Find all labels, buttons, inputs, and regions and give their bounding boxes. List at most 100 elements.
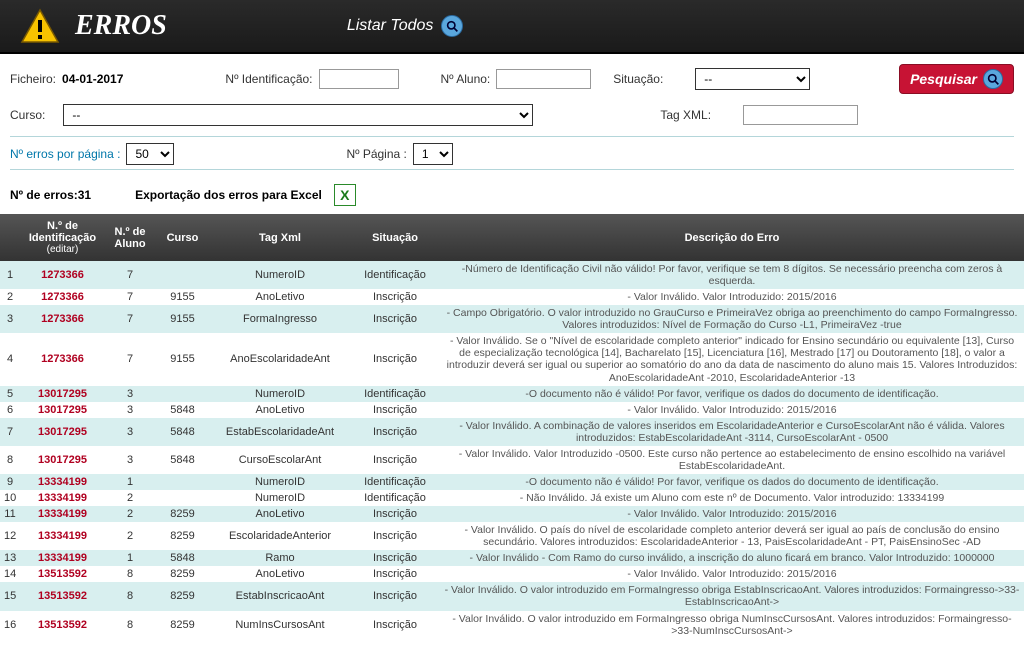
id-link[interactable]: 13513592	[20, 566, 105, 582]
id-link[interactable]: 13017295	[20, 446, 105, 474]
ficheiro-label: Ficheiro:	[10, 72, 56, 86]
nident-input[interactable]	[319, 69, 399, 89]
table-row: 61301729535848AnoLetivoInscrição- Valor …	[0, 402, 1024, 418]
cell-aluno: 8	[105, 611, 155, 639]
row-index: 6	[0, 402, 20, 418]
cell-sit: Identificação	[350, 474, 440, 490]
cell-tag: NumeroID	[210, 386, 350, 402]
cell-sit: Inscrição	[350, 550, 440, 566]
naluno-input[interactable]	[496, 69, 591, 89]
id-link[interactable]: 1273366	[20, 289, 105, 305]
curso-select[interactable]: --	[63, 104, 533, 126]
cell-curso	[155, 474, 210, 490]
col-curso: Curso	[155, 214, 210, 261]
cell-aluno: 8	[105, 582, 155, 610]
row-index: 14	[0, 566, 20, 582]
perpage-label: Nº erros por página :	[10, 147, 120, 161]
table-row: 112733667NumeroIDIdentificação-Número de…	[0, 261, 1024, 289]
warning-icon	[20, 8, 60, 44]
cell-curso: 8259	[155, 506, 210, 522]
cell-desc: - Não Inválido. Já existe um Aluno com e…	[440, 490, 1024, 506]
table-row: 141351359288259AnoLetivoInscrição- Valor…	[0, 566, 1024, 582]
divider	[10, 136, 1014, 137]
list-all-button[interactable]	[441, 15, 463, 37]
table-row: 4127336679155AnoEscolaridadeAntInscrição…	[0, 333, 1024, 385]
cell-curso	[155, 490, 210, 506]
cell-aluno: 1	[105, 474, 155, 490]
cell-desc: - Valor Inválido. Valor Introduzido: 201…	[440, 566, 1024, 582]
row-index: 16	[0, 611, 20, 639]
col-tag: Tag Xml	[210, 214, 350, 261]
tagxml-label: Tag XML:	[660, 108, 711, 122]
cell-desc: - Valor Inválido. O valor introduzido em…	[440, 611, 1024, 639]
situacao-select[interactable]: --	[695, 68, 810, 90]
cell-curso: 8259	[155, 566, 210, 582]
id-link[interactable]: 13334199	[20, 474, 105, 490]
row-index: 1	[0, 261, 20, 289]
id-link[interactable]: 13513592	[20, 582, 105, 610]
ficheiro-value: 04-01-2017	[62, 72, 123, 86]
npagina-label: Nº Página :	[346, 147, 406, 161]
id-link[interactable]: 13334199	[20, 490, 105, 506]
id-link[interactable]: 13334199	[20, 506, 105, 522]
perpage-select[interactable]: 50	[126, 143, 174, 165]
tagxml-input[interactable]	[743, 105, 858, 125]
id-link[interactable]: 13334199	[20, 522, 105, 550]
id-link[interactable]: 13513592	[20, 611, 105, 639]
row-index: 5	[0, 386, 20, 402]
cell-sit: Identificação	[350, 386, 440, 402]
cell-curso: 9155	[155, 289, 210, 305]
filter-area: Ficheiro: 04-01-2017 Nº Identificação: N…	[0, 54, 1024, 180]
search-button[interactable]: Pesquisar	[899, 64, 1014, 94]
cell-aluno: 7	[105, 261, 155, 289]
cell-sit: Inscrição	[350, 402, 440, 418]
table-row: 151351359288259EstabInscricaoAntInscriçã…	[0, 582, 1024, 610]
col-idx	[0, 214, 20, 261]
situacao-label: Situação:	[613, 72, 663, 86]
id-link[interactable]: 13017295	[20, 386, 105, 402]
table-row: 3127336679155FormaIngressoInscrição- Cam…	[0, 305, 1024, 333]
export-label: Exportação dos erros para Excel	[135, 188, 322, 202]
cell-tag: NumeroID	[210, 474, 350, 490]
id-link[interactable]: 1273366	[20, 261, 105, 289]
id-link[interactable]: 13334199	[20, 550, 105, 566]
row-index: 8	[0, 446, 20, 474]
cell-aluno: 7	[105, 333, 155, 385]
cell-curso: 5848	[155, 418, 210, 446]
cell-sit: Inscrição	[350, 506, 440, 522]
cell-tag: AnoLetivo	[210, 566, 350, 582]
table-row: 161351359288259NumInsCursosAntInscrição-…	[0, 611, 1024, 639]
cell-desc: -O documento não é válido! Por favor, ve…	[440, 386, 1024, 402]
cell-desc: -Número de Identificação Civil não válid…	[440, 261, 1024, 289]
cell-aluno: 3	[105, 386, 155, 402]
id-link[interactable]: 1273366	[20, 333, 105, 385]
cell-curso	[155, 261, 210, 289]
cell-curso: 9155	[155, 333, 210, 385]
id-link[interactable]: 1273366	[20, 305, 105, 333]
cell-sit: Inscrição	[350, 446, 440, 474]
cell-aluno: 2	[105, 522, 155, 550]
page-title: ERROS	[75, 10, 167, 42]
cell-sit: Identificação	[350, 261, 440, 289]
id-link[interactable]: 13017295	[20, 418, 105, 446]
row-index: 2	[0, 289, 20, 305]
row-index: 12	[0, 522, 20, 550]
search-button-label: Pesquisar	[910, 71, 977, 87]
excel-icon[interactable]: X	[334, 184, 356, 206]
cell-sit: Identificação	[350, 490, 440, 506]
nident-label: Nº Identificação:	[225, 72, 312, 86]
npagina-select[interactable]: 1	[413, 143, 453, 165]
cell-curso: 5848	[155, 446, 210, 474]
cell-curso: 5848	[155, 402, 210, 418]
error-count: Nº de erros:31	[10, 188, 91, 202]
cell-desc: - Valor Inválido - Com Ramo do curso inv…	[440, 550, 1024, 566]
cell-tag: AnoEscolaridadeAnt	[210, 333, 350, 385]
row-index: 11	[0, 506, 20, 522]
cell-tag: EstabInscricaoAnt	[210, 582, 350, 610]
cell-aluno: 1	[105, 550, 155, 566]
cell-desc: - Valor Inválido. Valor Introduzido -050…	[440, 446, 1024, 474]
id-link[interactable]: 13017295	[20, 402, 105, 418]
cell-desc: - Campo Obrigatório. O valor introduzido…	[440, 305, 1024, 333]
cell-curso: 5848	[155, 550, 210, 566]
table-row: 131333419915848RamoInscrição- Valor Invá…	[0, 550, 1024, 566]
